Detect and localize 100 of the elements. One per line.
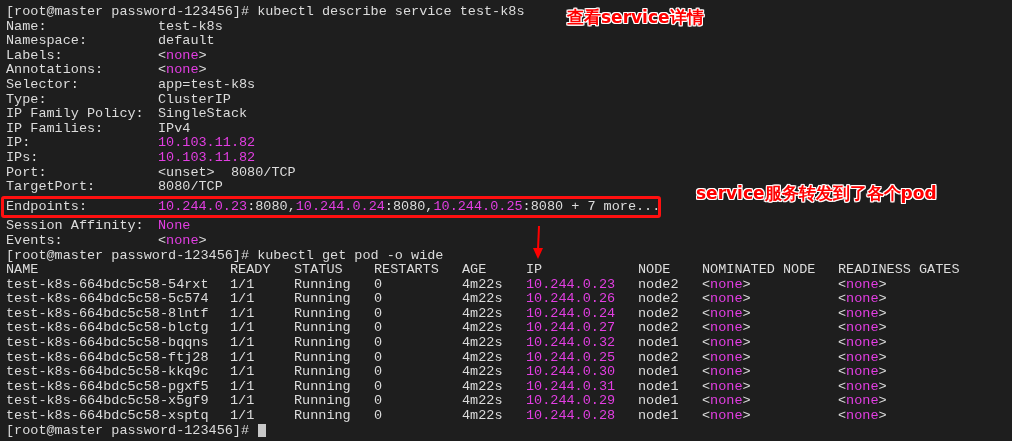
field-value: 8080/TCP: [158, 180, 223, 195]
table-cell: <none>: [702, 320, 751, 336]
table-cell-text: 1/1: [230, 365, 256, 380]
field-label: Labels:: [6, 48, 64, 64]
table-cell: <none>: [838, 378, 887, 394]
annotation-text: 查看service详情: [567, 7, 704, 27]
table-cell-text: 10.244.0.32: [526, 336, 617, 351]
table-cell-text: 4m22s: [462, 277, 504, 293]
command-line: [root@master password-123456]# kubectl get pod -o wide: [6, 248, 444, 264]
field-label: IP Family Policy:: [6, 107, 145, 122]
field-label: Port:: [6, 165, 48, 181]
column-header: NODE: [638, 263, 672, 278]
table-cell-text: test-k8s-664bdc5c58-8lntf: [6, 306, 210, 322]
table-cell-text: 10.244.0.29: [526, 394, 617, 410]
table-cell: <none>: [838, 349, 887, 365]
table-cell-text: test-k8s-664bdc5c58-blctg: [6, 321, 210, 337]
table-cell-text: 4m22s: [462, 394, 504, 410]
table-cell-text: Running: [294, 365, 352, 380]
field-value: test-k8s: [158, 19, 223, 35]
field-label: Name:: [6, 19, 48, 35]
annotation-text: service服务转发到了各个pod: [696, 183, 937, 203]
command-line: [root@master password-123456]# kubectl describe service test-k8s: [6, 5, 525, 20]
field-value: <unset> 8080/TCP: [158, 165, 296, 181]
table-cell-text: 0: [374, 379, 384, 395]
table-cell-text: test-k8s-664bdc5c58-xsptq: [6, 409, 210, 424]
column-header: NAME: [6, 263, 40, 278]
table-cell-text: 1/1: [230, 409, 256, 424]
field-label: Endpoints:: [6, 199, 88, 215]
table-cell-text: test-k8s-664bdc5c58-ftj28: [6, 350, 210, 366]
field-label: Selector:: [6, 77, 80, 93]
column-header: STATUS: [294, 263, 344, 278]
table-cell-text: 1/1: [230, 321, 256, 337]
table-cell-text: 0: [374, 350, 384, 366]
table-cell-text: 0: [374, 277, 384, 293]
table-cell-text: 0: [374, 394, 384, 410]
field-label: TargetPort:: [6, 180, 97, 195]
table-cell-text: 10.244.0.24: [526, 306, 617, 322]
table-cell-text: 4m22s: [462, 409, 504, 424]
table-cell: <none>: [838, 408, 887, 424]
field-value: SingleStack: [158, 107, 248, 122]
table-cell-text: 0: [374, 409, 384, 424]
table-cell-text: 10.244.0.23: [526, 277, 617, 293]
table-cell: <none>: [838, 364, 887, 380]
table-cell-text: node1: [638, 409, 680, 424]
table-cell-text: 4m22s: [462, 379, 504, 395]
table-cell: <none>: [702, 291, 751, 307]
table-cell-text: test-k8s-664bdc5c58-5c574: [6, 292, 210, 307]
table-cell-text: 10.244.0.26: [526, 292, 617, 307]
table-cell: <none>: [838, 320, 887, 336]
field-label: Namespace:: [6, 34, 88, 49]
table-cell-text: 4m22s: [462, 365, 504, 380]
table-cell-text: Running: [294, 394, 352, 410]
table-cell-text: 4m22s: [462, 292, 504, 307]
column-header: NOMINATED NODE: [702, 263, 817, 278]
column-header: READY: [230, 263, 272, 278]
table-cell-text: 4m22s: [462, 336, 504, 351]
table-cell: <none>: [838, 393, 887, 409]
table-cell-text: 1/1: [230, 336, 256, 351]
table-cell-text: Running: [294, 306, 352, 322]
table-cell-text: 10.244.0.27: [526, 321, 617, 337]
table-cell-text: 4m22s: [462, 306, 504, 322]
column-header: READINESS GATES: [838, 263, 961, 278]
table-cell-text: 10.244.0.31: [526, 379, 617, 395]
table-cell-text: node1: [638, 365, 680, 380]
table-cell-text: node1: [638, 394, 680, 410]
table-cell: <none>: [702, 364, 751, 380]
table-cell-text: 1/1: [230, 306, 256, 322]
arrow-icon: [532, 226, 544, 259]
table-cell: <none>: [702, 349, 751, 365]
field-label: Events:: [6, 233, 64, 249]
table-cell-text: Running: [294, 409, 352, 424]
table-cell-text: 1/1: [230, 394, 256, 410]
table-cell-text: 4m22s: [462, 350, 504, 366]
table-cell: <none>: [702, 276, 751, 292]
table-cell-text: node2: [638, 321, 680, 337]
field-value: IPv4: [158, 121, 191, 137]
table-cell: <none>: [702, 335, 751, 351]
table-cell: <none>: [838, 291, 887, 307]
table-cell-text: test-k8s-664bdc5c58-kkq9c: [6, 365, 210, 380]
table-cell-text: 0: [374, 321, 384, 337]
table-cell-text: 1/1: [230, 350, 256, 366]
table-cell-text: node2: [638, 292, 680, 307]
field-value: default: [158, 34, 215, 49]
field-value: <none>: [158, 63, 207, 78]
field-value: app=test-k8s: [158, 77, 256, 93]
table-cell: <none>: [702, 408, 751, 424]
field-value: 10.103.11.82: [158, 136, 256, 151]
table-cell-text: 1/1: [230, 277, 256, 293]
table-cell: <none>: [702, 393, 751, 409]
field-value: 10.103.11.82: [158, 150, 256, 166]
table-cell-text: Running: [294, 336, 352, 351]
table-cell-text: 0: [374, 336, 384, 351]
field-label: Session Affinity:: [6, 219, 145, 234]
field-label: IP Families:: [6, 121, 105, 137]
table-cell-text: Running: [294, 350, 352, 366]
column-header: AGE: [462, 263, 488, 278]
column-header: IP: [526, 263, 544, 278]
table-cell-text: node2: [638, 350, 680, 366]
table-cell-text: 0: [374, 365, 384, 380]
field-value: <none>: [158, 233, 207, 249]
